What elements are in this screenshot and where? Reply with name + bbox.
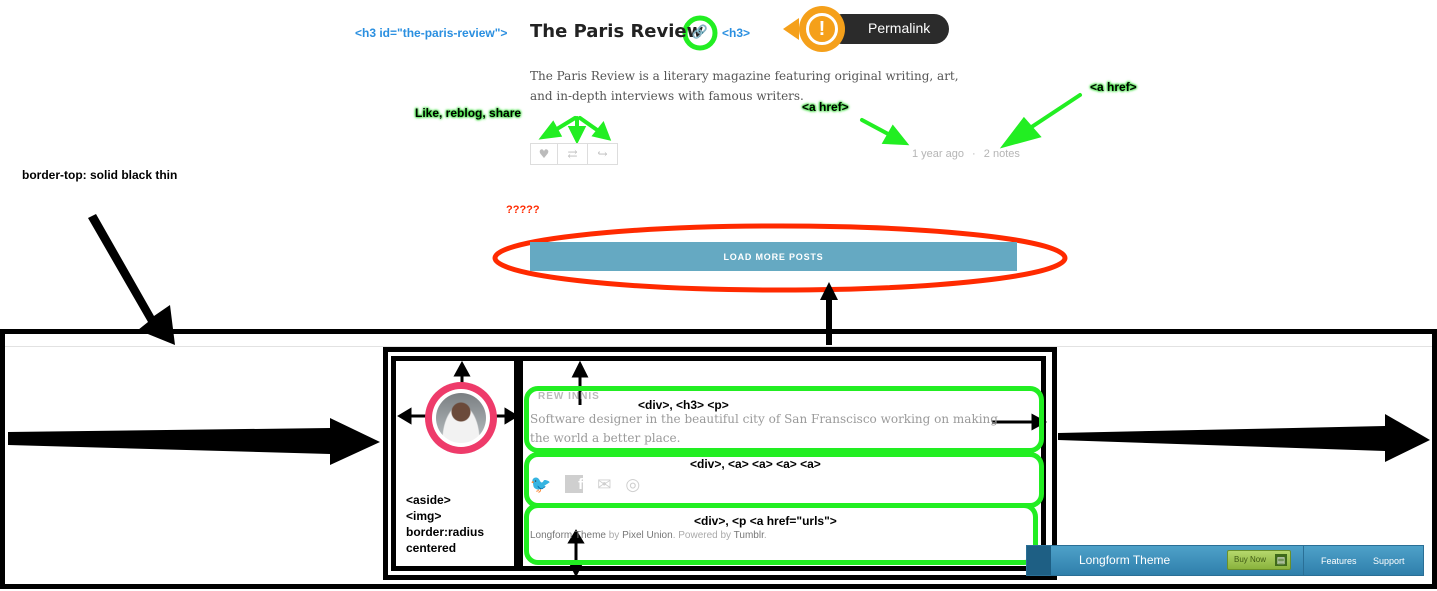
bio-tags-note: <div>, <h3> <p>	[638, 398, 729, 412]
border-top-note: border-top: solid black thin	[22, 168, 178, 182]
reblog-icon: ⇄	[567, 147, 578, 161]
theme-bar-handle[interactable]	[1027, 546, 1051, 575]
post-meta: 1 year ago · 2 notes	[912, 148, 1020, 160]
href-note-right: <a href>	[1090, 80, 1137, 94]
buy-now-button[interactable]: Buy Now ▤	[1227, 550, 1291, 570]
features-link[interactable]: Features	[1321, 556, 1357, 566]
buy-now-label: Buy Now	[1234, 555, 1267, 564]
aside-note-line: <img>	[406, 509, 442, 523]
load-more-button[interactable]: LOAD MORE POSTS	[530, 242, 1017, 271]
support-link[interactable]: Support	[1373, 556, 1405, 566]
post-time-link[interactable]: 1 year ago	[912, 148, 964, 160]
question-note: ?????	[506, 204, 540, 216]
avatar[interactable]	[425, 382, 497, 454]
post-actions: ♥ ⇄ ↪	[530, 143, 618, 165]
aside-note-line: centered	[406, 541, 457, 555]
warning-pointer	[783, 18, 799, 40]
meta-separator: ·	[972, 148, 976, 160]
theme-bar-name[interactable]: Longform Theme	[1079, 553, 1170, 567]
h3-close-tag-note: <h3>	[722, 26, 751, 40]
like-button[interactable]: ♥	[530, 143, 558, 165]
aside-note-line: <aside>	[406, 493, 451, 507]
footer-tags-note: <div>, <p <a href="urls">	[694, 514, 837, 528]
permalink-label: Permalink	[868, 20, 931, 36]
post-notes-link[interactable]: 2 notes	[984, 148, 1020, 160]
aside-note-line: border:radius	[406, 525, 485, 539]
avatar-image	[436, 393, 486, 443]
post-body: The Paris Review is a literary magazine …	[530, 69, 959, 103]
cart-icon: ▤	[1275, 554, 1287, 566]
share-button[interactable]: ↪	[588, 143, 618, 165]
aside-note: <aside> <img> border:radius centered	[406, 492, 484, 556]
share-icon: ↪	[597, 147, 608, 161]
theme-bar-divider	[1303, 546, 1304, 575]
actions-note: Like, reblog, share	[415, 106, 522, 120]
heart-icon: ♥	[538, 147, 550, 161]
theme-bar: Longform Theme Buy Now ▤ Features Suppor…	[1026, 545, 1424, 576]
link-icon[interactable]: 🔗	[690, 25, 710, 41]
reblog-button[interactable]: ⇄	[558, 143, 588, 165]
href-note-left: <a href>	[802, 100, 849, 114]
h3-open-tag-note: <h3 id="the-paris-review">	[355, 26, 508, 40]
permalink-badge: ! Permalink	[783, 6, 949, 52]
bio-outline	[524, 386, 1044, 453]
post-title[interactable]: The Paris Review	[530, 21, 703, 42]
credits-outline	[524, 503, 1038, 565]
social-tags-note: <div>, <a> <a> <a> <a>	[690, 457, 821, 471]
warning-icon: !	[799, 6, 845, 52]
